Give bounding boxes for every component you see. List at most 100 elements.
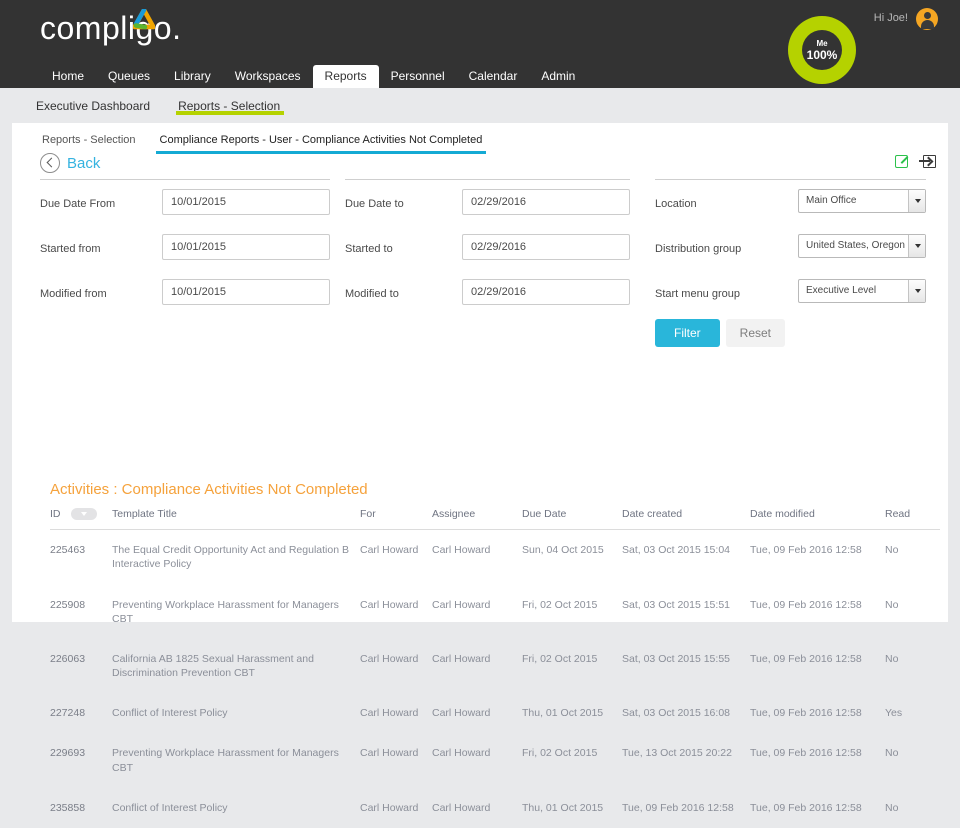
due-date-from-input[interactable] (162, 189, 330, 215)
cell-date-created: Tue, 13 Oct 2015 20:22 (622, 747, 732, 760)
cell-read: No (885, 652, 899, 665)
triangle-ring-icon (132, 7, 156, 30)
cell-assignee: Carl Howard (432, 544, 491, 557)
nav-item-personnel[interactable]: Personnel (379, 65, 457, 88)
cell-date-modified: Tue, 09 Feb 2016 12:58 (750, 652, 862, 665)
cell-template-title: California AB 1825 Sexual Harassment and… (112, 652, 314, 680)
cell-template-title: Conflict of Interest Policy (112, 707, 228, 720)
cell-assignee: Carl Howard (432, 801, 491, 814)
field-start-menu-group: Start menu group Executive Level (655, 279, 926, 314)
filter-column-divider (655, 179, 926, 180)
cell-for: Carl Howard (360, 707, 419, 720)
field-label-due-date-from: Due Date From (40, 198, 116, 210)
greeting-text: Hi Joe! (873, 12, 908, 24)
field-modified-from: Modified from (40, 279, 330, 314)
modified-to-input[interactable] (462, 279, 630, 305)
table-row[interactable]: 225463 The Equal Credit Opportunity Act … (50, 530, 940, 585)
column-header-id[interactable]: ID (50, 508, 112, 531)
filter-column-groups: Location Main Office Distribution group … (655, 179, 926, 314)
cell-date-created: Sat, 03 Oct 2015 15:55 (622, 652, 730, 665)
column-header-due-date[interactable]: Due Date (522, 508, 622, 531)
cell-due-date: Fri, 02 Oct 2015 (522, 652, 598, 665)
table-row[interactable]: 227248 Conflict of Interest Policy Carl … (50, 693, 940, 733)
table-row[interactable]: 226063 California AB 1825 Sexual Harassm… (50, 639, 940, 693)
chevron-down-icon[interactable] (908, 235, 925, 257)
nav-item-admin[interactable]: Admin (529, 65, 587, 88)
column-header-read[interactable]: Read (885, 508, 940, 531)
cell-date-modified: Tue, 09 Feb 2016 12:58 (750, 598, 862, 611)
cell-read: No (885, 801, 899, 814)
user-avatar-icon[interactable] (916, 8, 938, 30)
export-arrow-icon[interactable] (919, 155, 936, 168)
location-select-value: Main Office (806, 195, 857, 206)
panel-tool-icons (895, 155, 936, 168)
back-button-label: Back (67, 154, 101, 172)
sort-descending-icon[interactable] (71, 508, 98, 521)
column-header-template-title[interactable]: Template Title (112, 508, 360, 531)
breadcrumb-item-reports-selection[interactable]: Reports - Selection (164, 88, 294, 115)
filter-button[interactable]: Filter (655, 319, 720, 347)
nav-item-queues[interactable]: Queues (96, 65, 162, 88)
chevron-left-circle-icon (40, 153, 60, 173)
table-row[interactable]: 225908 Preventing Workplace Harassment f… (50, 585, 940, 639)
tab-compliance-activities-not-completed[interactable]: Compliance Reports - User - Compliance A… (148, 129, 495, 154)
chevron-down-icon[interactable] (908, 280, 925, 302)
field-label-modified-from: Modified from (40, 288, 107, 300)
avatar-head (923, 12, 931, 19)
field-label-start-menu-group: Start menu group (655, 288, 740, 300)
field-started-from: Started from (40, 234, 330, 269)
edit-pencil-icon[interactable] (895, 155, 908, 168)
modified-from-input[interactable] (162, 279, 330, 305)
table-row[interactable]: 235858 Conflict of Interest Policy Carl … (50, 788, 940, 828)
cell-read: No (885, 747, 899, 760)
cell-assignee: Carl Howard (432, 652, 491, 665)
nav-item-workspaces[interactable]: Workspaces (223, 65, 313, 88)
cell-id: 227248 (50, 707, 86, 720)
back-button[interactable]: Back (40, 153, 100, 173)
chevron-down-icon[interactable] (908, 190, 925, 212)
cell-template-title: The Equal Credit Opportunity Act and Reg… (112, 544, 349, 571)
table-row[interactable]: 229693 Preventing Workplace Harassment f… (50, 733, 940, 787)
due-date-to-input[interactable] (462, 189, 630, 215)
page-title: Activities : Compliance Activities Not C… (50, 481, 368, 498)
distribution-group-select[interactable]: United States, Oregon (798, 234, 926, 258)
column-header-date-created[interactable]: Date created (622, 508, 750, 531)
main-navigation: Home Queues Library Workspaces Reports P… (40, 65, 587, 88)
field-label-started-from: Started from (40, 243, 101, 255)
location-select[interactable]: Main Office (798, 189, 926, 213)
field-label-location: Location (655, 198, 697, 210)
column-header-id-label: ID (50, 508, 61, 520)
nav-item-calendar[interactable]: Calendar (457, 65, 530, 88)
started-to-input[interactable] (462, 234, 630, 260)
distribution-group-select-value: United States, Oregon (806, 240, 905, 251)
field-modified-to: Modified to (345, 279, 630, 314)
cell-due-date: Sun, 04 Oct 2015 (522, 544, 604, 557)
cell-date-modified: Tue, 09 Feb 2016 12:58 (750, 707, 862, 720)
sub-tab-bar: Reports - Selection Compliance Reports -… (30, 129, 494, 154)
reset-button[interactable]: Reset (725, 319, 786, 347)
cell-date-created: Sat, 03 Oct 2015 16:08 (622, 707, 730, 720)
started-from-input[interactable] (162, 234, 330, 260)
column-header-for[interactable]: For (360, 508, 432, 531)
filter-actions: Filter Reset (655, 319, 786, 347)
field-distribution-group: Distribution group United States, Oregon (655, 234, 926, 269)
cell-read: Yes (885, 707, 903, 720)
app-logo[interactable]: compligo. (40, 12, 181, 44)
column-header-date-modified[interactable]: Date modified (750, 508, 885, 531)
nav-item-reports[interactable]: Reports (312, 65, 379, 88)
score-badge-value: 100% (806, 47, 838, 62)
breadcrumb-item-executive-dashboard[interactable]: Executive Dashboard (22, 88, 164, 113)
nav-item-home[interactable]: Home (40, 65, 96, 88)
breadcrumb-bar: Executive Dashboard Reports - Selection (0, 88, 960, 123)
filter-column-divider (345, 179, 630, 180)
filter-column-from-dates: Due Date From Started from Modified from (40, 179, 330, 314)
start-menu-group-select[interactable]: Executive Level (798, 279, 926, 303)
cell-for: Carl Howard (360, 747, 419, 760)
field-label-started-to: Started to (345, 243, 393, 255)
tab-reports-selection[interactable]: Reports - Selection (30, 129, 148, 154)
nav-item-library[interactable]: Library (162, 65, 223, 88)
cell-for: Carl Howard (360, 544, 419, 557)
column-header-assignee[interactable]: Assignee (432, 508, 522, 531)
field-label-due-date-to: Due Date to (345, 198, 404, 210)
score-badge[interactable]: Me 100% (788, 16, 856, 84)
